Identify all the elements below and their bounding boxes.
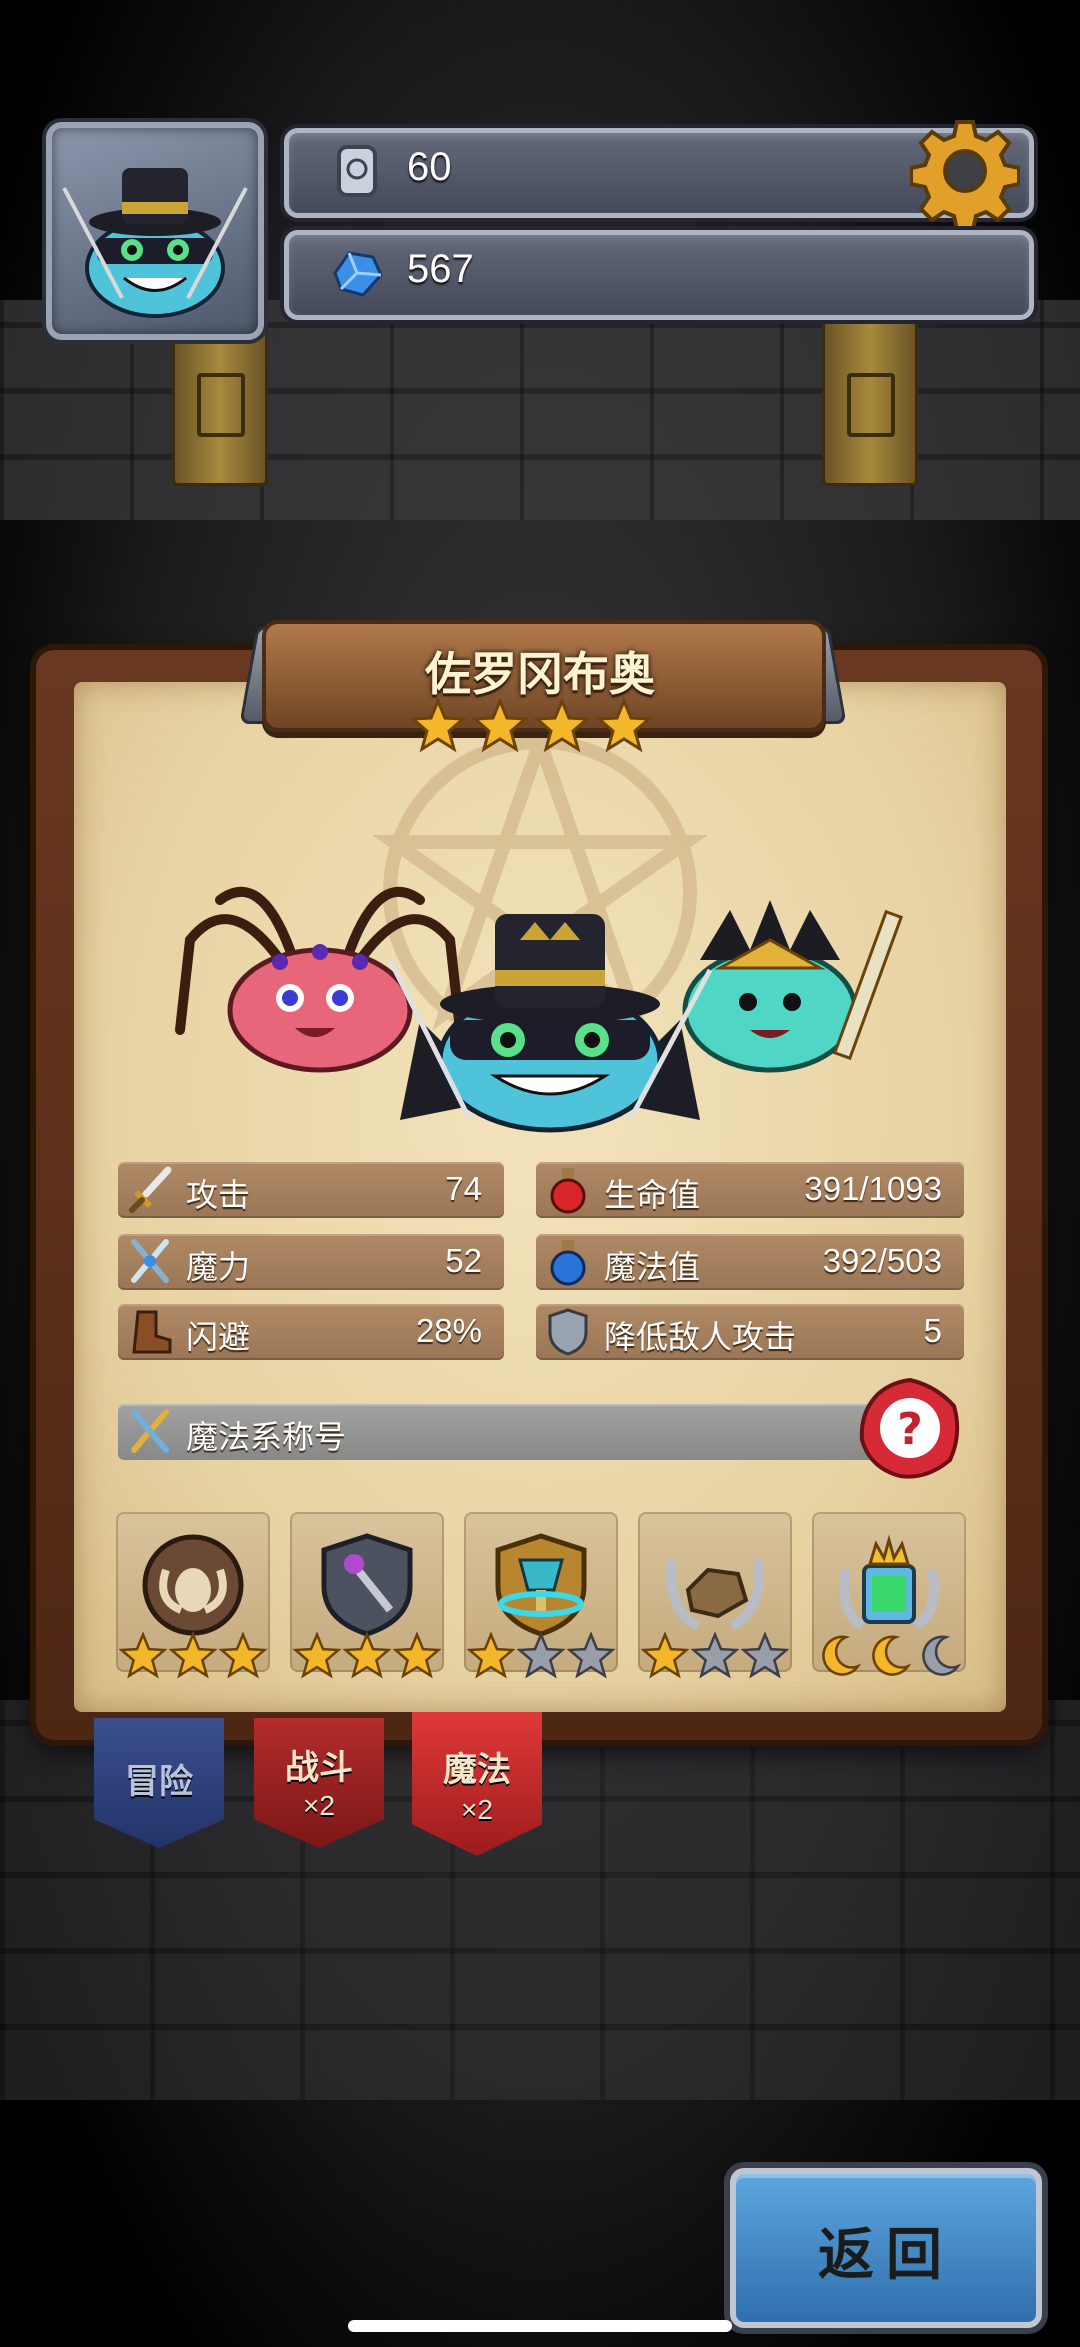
stat-mp-label: 魔法值 [604,1248,701,1286]
skill-slot-4[interactable] [638,1512,792,1679]
red-potion-icon [550,1168,586,1214]
star-icon [641,1632,689,1679]
skill-stars-2 [292,1632,442,1680]
stat-magic-value: 52 [445,1242,482,1279]
stat-hp: 生命值 391/1093 [536,1162,964,1218]
question-mark-icon[interactable]: ? [856,1376,964,1484]
stat-defense-label: 降低敌人攻击 [604,1318,797,1356]
stat-mp-value: 392/503 [822,1242,942,1279]
star-icon [596,698,652,753]
tab-battle-multiplier: ×2 [303,1790,335,1821]
goblet-emblem-icon [495,1533,587,1637]
skill-stars-1 [118,1632,268,1680]
stat-dodge: 闪避 28% [118,1304,504,1360]
skill-stars-4 [640,1632,790,1680]
hero-name: 佐罗冈布奥 [425,647,655,701]
magic-title-icon [131,1409,169,1453]
star-icon [472,698,528,753]
hero-avatar[interactable] [46,122,264,340]
skill-slot-2[interactable] [290,1512,444,1679]
hero-star-rating [410,698,652,754]
boot-icon [132,1310,172,1354]
stat-defense: 降低敌人攻击 5 [536,1304,964,1360]
tablet-count: 60 [407,145,452,189]
magic-title-row[interactable]: 魔法系称号 [118,1404,926,1460]
svg-text:?: ? [897,1404,923,1455]
tab-adventure-label: 冒险 [125,1762,193,1802]
magic-title-label: 魔法系称号 [186,1418,347,1456]
blue-gem-icon [333,251,383,297]
stat-dodge-value: 28% [415,1312,482,1349]
zorro-hero-icon [387,914,713,1133]
star-icon [410,698,466,753]
star-icon [219,1632,267,1679]
portal-crown-emblem-icon [839,1534,939,1631]
stat-attack-value: 74 [445,1170,482,1207]
star-icon [169,1632,217,1679]
stat-attack: 攻击 74 [118,1162,504,1218]
empty-star-icon [691,1632,739,1679]
skill-slot-3[interactable] [464,1512,618,1679]
sword-icon [129,1166,172,1213]
golden-pillar-left [172,320,268,486]
star-icon [119,1632,167,1679]
stat-defense-value: 5 [923,1312,942,1349]
tab-magic-label: 魔法 [443,1750,511,1790]
empty-moon-icon [922,1635,962,1676]
shield-icon [548,1308,588,1356]
ram-skull-emblem-icon [142,1534,244,1636]
stat-dodge-label: 闪避 [186,1318,251,1356]
stat-hp-label: 生命值 [604,1176,701,1214]
tab-battle-label: 战斗 [285,1748,353,1788]
golden-pillar-right [822,320,918,486]
skill-slot-1[interactable] [116,1512,270,1679]
empty-star-icon [567,1632,615,1679]
skill-moons-5 [814,1632,964,1680]
gear-icon[interactable] [910,116,1020,226]
stat-magic: 魔力 52 [118,1234,504,1290]
back-button-label: 返回 [818,2223,954,2288]
star-icon [293,1632,341,1679]
star-icon [343,1632,391,1679]
blue-potion-icon [550,1240,586,1286]
star-icon [467,1632,515,1679]
skill-slot-5[interactable] [812,1512,966,1676]
gem-count: 567 [407,247,474,291]
stat-magic-label: 魔力 [186,1248,251,1286]
stat-attack-label: 攻击 [186,1176,251,1214]
back-button[interactable]: 返回 [730,2168,1042,2328]
star-icon [393,1632,441,1679]
stat-mp: 魔法值 392/503 [536,1234,964,1290]
tab-magic-multiplier: ×2 [461,1794,493,1825]
stone-tablet-icon [337,145,377,197]
skill-stars-3 [466,1632,616,1680]
star-icon [534,698,590,753]
moon-icon [822,1635,862,1676]
moon-icon [872,1635,912,1676]
empty-star-icon [741,1632,789,1679]
dagger-shield-emblem-icon [321,1533,413,1637]
home-indicator[interactable] [348,2320,732,2332]
resource-bar-gems: 567 [284,230,1034,320]
magic-swords-icon [131,1239,169,1283]
hero-portrait-icon [62,168,248,318]
empty-star-icon [517,1632,565,1679]
rock-laurel-emblem-icon [666,1559,764,1631]
stat-hp-value: 391/1093 [804,1170,942,1207]
